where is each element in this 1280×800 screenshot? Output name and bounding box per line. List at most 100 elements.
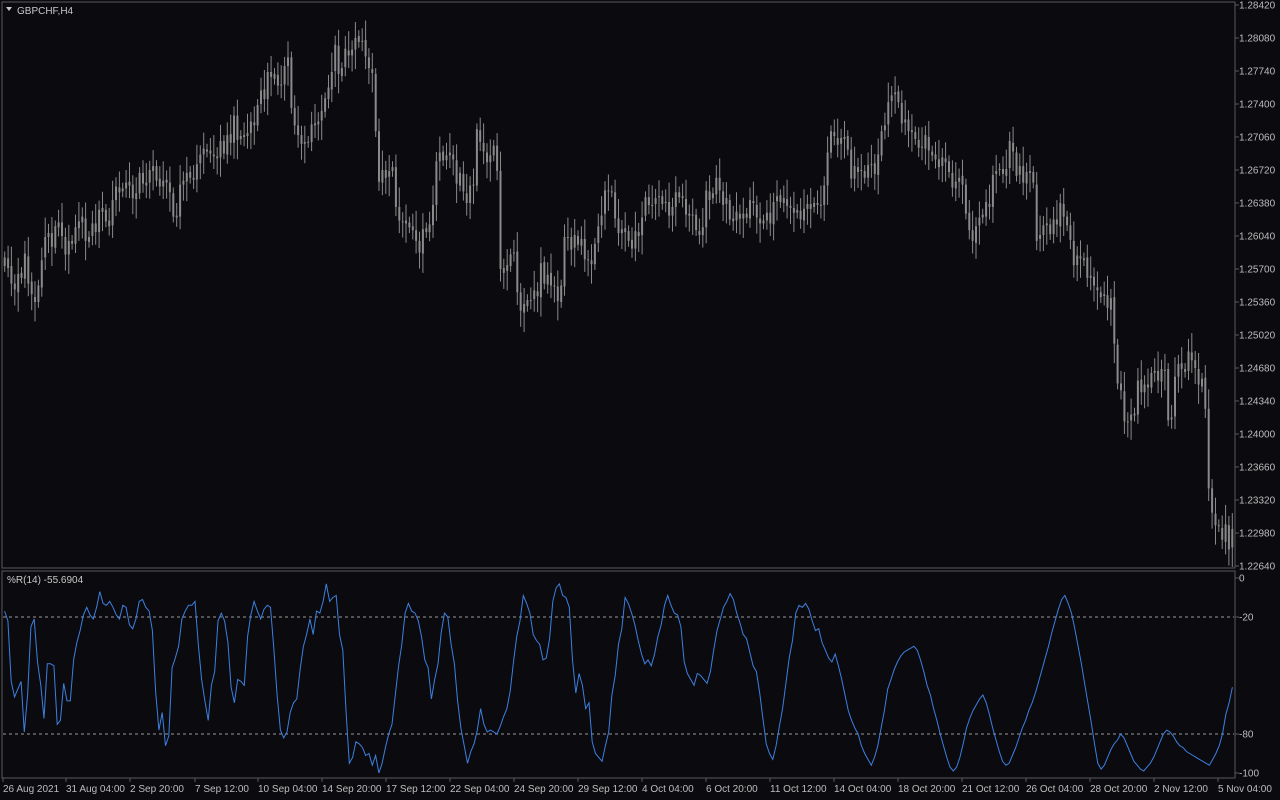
candle-body [1049, 224, 1052, 235]
candle-body [664, 202, 667, 203]
candle-body [752, 201, 755, 203]
candle-body [1170, 417, 1173, 420]
candle-body [351, 49, 354, 56]
candle-body [1136, 380, 1139, 415]
candle-body [64, 237, 67, 255]
candle-body [1079, 256, 1082, 259]
candle-body [951, 172, 954, 188]
candle-body [695, 214, 698, 231]
candle-body [894, 92, 897, 95]
candle-body [263, 89, 266, 100]
candle-body [148, 170, 151, 183]
time-tick-label: 6 Oct 20:00 [706, 784, 758, 795]
candle-body [1069, 225, 1072, 240]
candle-body [1045, 223, 1048, 226]
candle-body [1002, 169, 1004, 174]
candle-body [958, 177, 961, 182]
candle-body [74, 227, 77, 244]
candle-body [846, 136, 849, 150]
candle-body [536, 291, 539, 297]
candle-body [1012, 142, 1015, 152]
candle-body [907, 119, 910, 132]
candle-body [705, 190, 708, 228]
candle-body [681, 196, 684, 199]
candle-body [462, 173, 465, 192]
candle-body [118, 187, 121, 193]
candle-body [1130, 414, 1133, 421]
time-tick-label: 11 Oct 12:00 [770, 784, 827, 795]
candle-body [620, 229, 623, 234]
candle-body [111, 200, 114, 226]
candle-body [792, 207, 795, 213]
candle-body [1190, 352, 1193, 361]
candle-body [371, 69, 374, 73]
candle-body [749, 200, 751, 219]
candle-body [168, 182, 171, 193]
candle-body [732, 218, 735, 222]
candle-body [482, 142, 485, 152]
time-tick-label: 29 Sep 12:00 [578, 784, 638, 795]
time-tick-label: 5 Nov 04:00 [1218, 784, 1272, 795]
candle-body [1109, 298, 1112, 310]
candle-body [1035, 184, 1038, 241]
candle-body [789, 205, 792, 208]
candle-body [199, 154, 202, 164]
candle-body [212, 154, 215, 157]
candle-body [1113, 297, 1116, 344]
candle-body [516, 251, 519, 293]
candle-body [314, 123, 316, 126]
candle-body [94, 223, 97, 233]
price-tick-label: 1.25360 [1239, 298, 1276, 309]
candle-body [556, 286, 559, 302]
candle-body [877, 154, 880, 175]
candle-body [47, 233, 50, 237]
candle-body [870, 164, 873, 166]
candle-body [641, 217, 644, 236]
candle-body [711, 193, 714, 199]
candle-body [67, 240, 70, 255]
candle-body [506, 265, 509, 271]
candle-body [1062, 204, 1065, 217]
candle-body [722, 191, 725, 205]
candle-body [978, 217, 981, 226]
candle-body [715, 177, 718, 195]
candle-body [10, 266, 13, 284]
candle-body [964, 184, 967, 214]
indicator-tick-label: -100 [1239, 769, 1259, 780]
time-tick-label: 24 Sep 20:00 [514, 784, 574, 795]
candle-body [742, 213, 745, 219]
candle-body [233, 115, 235, 143]
candle-body [1055, 219, 1058, 225]
candle-body [324, 98, 327, 112]
candle-body [563, 237, 566, 287]
candle-body [472, 184, 475, 186]
candle-body [975, 226, 977, 243]
candle-body [374, 73, 377, 132]
candle-body [384, 170, 387, 178]
candle-body [678, 192, 681, 198]
candle-body [367, 57, 370, 69]
candle-body [455, 160, 458, 184]
candle-body [691, 214, 694, 216]
candle-body [981, 214, 984, 218]
candle-body [921, 146, 923, 148]
candle-body [206, 149, 208, 152]
candle-body [1157, 370, 1160, 381]
candle-body [1093, 276, 1095, 286]
candle-body [50, 233, 53, 247]
symbol-header[interactable]: GBPCHF,H4 [6, 6, 74, 17]
candle-body [175, 215, 178, 218]
candle-body [779, 195, 782, 202]
candle-body [442, 151, 445, 161]
candle-body [347, 50, 350, 56]
candle-body [580, 238, 583, 246]
candle-body [260, 90, 262, 104]
candle-body [1227, 525, 1230, 550]
candle-body [647, 197, 650, 205]
candle-body [769, 212, 772, 224]
candle-body [1140, 379, 1143, 393]
candle-body [890, 95, 893, 102]
candle-body [1008, 140, 1011, 169]
candle-body [465, 193, 468, 203]
candle-body [519, 292, 522, 311]
